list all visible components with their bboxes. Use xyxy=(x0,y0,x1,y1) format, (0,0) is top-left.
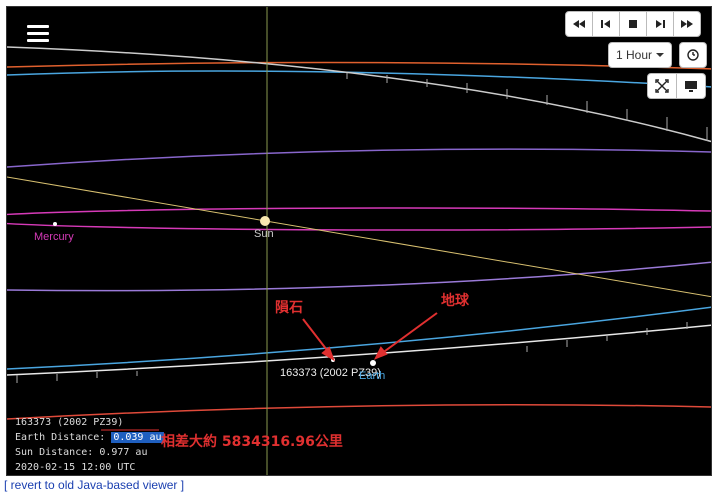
info-earth-distance: Earth Distance: 0.039 au xyxy=(15,430,164,445)
clock-button[interactable] xyxy=(679,42,707,68)
stop-icon xyxy=(629,20,637,28)
asteroid-orbit-upper xyxy=(7,46,711,143)
earth-marker[interactable] xyxy=(370,360,376,366)
earth-label: Earth xyxy=(359,370,385,382)
fullscreen-button[interactable] xyxy=(647,73,677,99)
sun-marker[interactable] xyxy=(260,216,270,226)
distance-annotation: 相差大約 5834316.96公里 xyxy=(161,434,343,450)
sun-distance-value: 0.977 au xyxy=(99,447,148,458)
page: Sun Mercury 163373 (2002 PZ39) Earth 隕石 … xyxy=(0,0,720,492)
mercury-label: Mercury xyxy=(34,231,74,243)
fast-rewind-icon xyxy=(573,20,585,28)
outer-orbit-orange xyxy=(7,61,711,70)
earth-distance-value: 0.039 au xyxy=(111,432,164,443)
hamburger-menu-icon[interactable] xyxy=(27,25,49,43)
step-forward-icon xyxy=(656,20,665,28)
revert-viewer-link[interactable]: [ revert to old Java-based viewer ] xyxy=(4,478,184,492)
orbit-viewer[interactable]: Sun Mercury 163373 (2002 PZ39) Earth 隕石 … xyxy=(6,6,712,476)
fast-rewind-button[interactable] xyxy=(565,11,593,37)
fullscreen-icon xyxy=(655,79,669,93)
earth-orbit xyxy=(7,306,711,370)
sun-label: Sun xyxy=(254,228,274,240)
arrow-to-asteroid xyxy=(302,318,335,362)
chevron-down-icon xyxy=(656,53,665,57)
monitor-icon xyxy=(685,81,697,92)
mercury-orbit xyxy=(7,207,711,231)
stop-button[interactable] xyxy=(619,11,647,37)
earth-distance-label: Earth Distance: xyxy=(15,432,106,443)
step-back-button[interactable] xyxy=(592,11,620,37)
sun-distance-label: Sun Distance: xyxy=(15,447,94,458)
info-panel: 163373 (2002 PZ39) Earth Distance: 0.039… xyxy=(15,415,164,475)
venus-orbit xyxy=(7,261,711,292)
info-timestamp: 2020-02-15 12:00 UTC xyxy=(15,462,136,473)
ecliptic-line xyxy=(7,176,711,298)
mercury-marker[interactable] xyxy=(53,222,57,226)
step-back-icon xyxy=(601,20,610,28)
orbit-purple-upper xyxy=(7,148,711,168)
clock-icon xyxy=(687,49,699,61)
info-object-name: 163373 (2002 PZ39) xyxy=(15,417,124,428)
display-button[interactable] xyxy=(676,73,706,99)
earth-annotation: 地球 xyxy=(441,293,469,309)
orbit-scene[interactable]: Sun Mercury 163373 (2002 PZ39) Earth xyxy=(7,7,712,476)
info-sun-distance: Sun Distance: 0.977 au xyxy=(15,445,164,460)
fast-forward-icon xyxy=(681,20,693,28)
meteor-annotation: 隕石 xyxy=(275,300,303,316)
step-forward-button[interactable] xyxy=(646,11,674,37)
speed-label: 1 Hour xyxy=(615,48,653,62)
speed-dropdown[interactable]: 1 Hour xyxy=(608,42,672,68)
fast-forward-button[interactable] xyxy=(673,11,701,37)
